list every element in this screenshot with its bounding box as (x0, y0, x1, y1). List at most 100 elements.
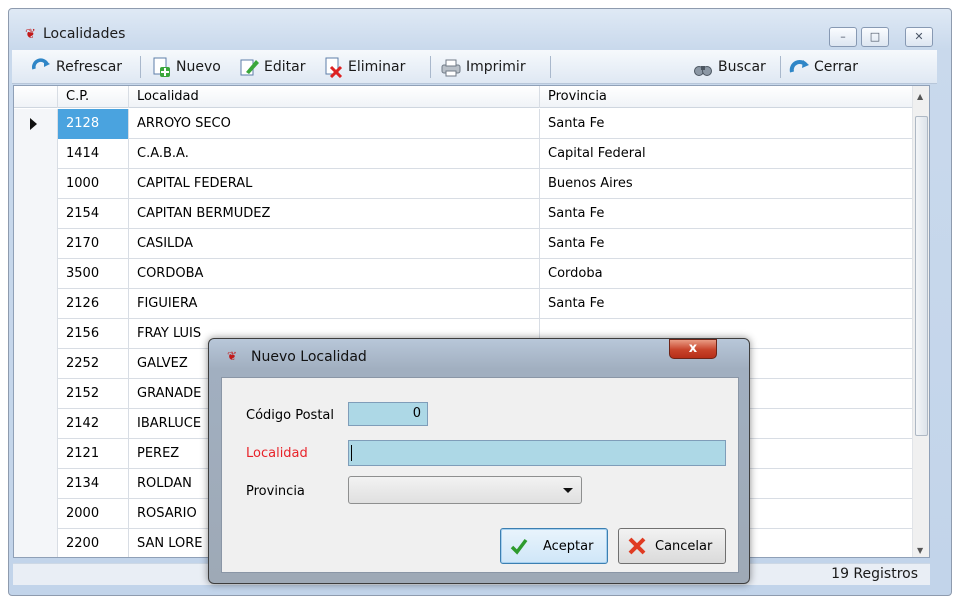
table-row[interactable]: 2126 FIGUIERA Santa Fe (14, 289, 929, 319)
refrescar-button[interactable]: Refrescar (30, 54, 122, 80)
cell-cp[interactable]: 2142 (58, 409, 129, 439)
aceptar-label: Aceptar (543, 538, 594, 554)
provincia-label: Provincia (246, 484, 305, 499)
table-row[interactable]: 3500 CORDOBA Cordoba (14, 259, 929, 289)
editar-button[interactable]: Editar (238, 54, 305, 80)
cell-localidad[interactable]: CAPITAL FEDERAL (129, 169, 540, 199)
row-selector[interactable] (14, 499, 58, 529)
row-selector[interactable] (14, 199, 58, 229)
cell-cp[interactable]: 2156 (58, 319, 129, 349)
cell-localidad[interactable]: CAPITAN BERMUDEZ (129, 199, 540, 229)
app-icon: ❦ (25, 27, 36, 42)
cell-provincia[interactable]: Santa Fe (540, 229, 914, 259)
nuevo-label: Nuevo (176, 59, 221, 75)
redo-arrow-icon (789, 60, 809, 73)
row-selector[interactable] (14, 529, 58, 557)
table-row[interactable]: 1414 C.A.B.A. Capital Federal (14, 139, 929, 169)
dialog-close-button[interactable]: x (669, 339, 717, 359)
cell-provincia[interactable]: Santa Fe (540, 109, 914, 139)
cell-provincia[interactable]: Buenos Aires (540, 169, 914, 199)
row-selector[interactable] (14, 319, 58, 349)
cell-localidad[interactable]: ARROYO SECO (129, 109, 540, 139)
dialog-title: Nuevo Localidad (251, 349, 367, 365)
row-selector[interactable] (14, 139, 58, 169)
cancelar-button[interactable]: Cancelar (618, 528, 726, 564)
row-selector[interactable] (14, 379, 58, 409)
imprimir-label: Imprimir (466, 59, 526, 75)
localidad-input[interactable] (348, 440, 726, 466)
table-row[interactable]: 2128 ARROYO SECO Santa Fe (14, 109, 929, 139)
cell-cp[interactable]: 2134 (58, 469, 129, 499)
row-selector[interactable] (14, 409, 58, 439)
scrollbar-thumb[interactable] (915, 116, 928, 436)
title-bar: ❦ Localidades – □ ✕ (9, 9, 951, 47)
cell-cp[interactable]: 1000 (58, 169, 129, 199)
record-count: 19 Registros (831, 566, 918, 582)
column-header-cp[interactable]: C.P. (58, 86, 129, 108)
close-button[interactable]: ✕ (905, 27, 933, 47)
row-selector[interactable] (14, 469, 58, 499)
toolbar-separator (780, 56, 781, 78)
cell-cp[interactable]: 2121 (58, 439, 129, 469)
column-header-localidad[interactable]: Localidad (129, 86, 540, 108)
table-row[interactable]: 1000 CAPITAL FEDERAL Buenos Aires (14, 169, 929, 199)
scroll-up-icon[interactable]: ▲ (917, 92, 923, 101)
eliminar-button[interactable]: Eliminar (322, 54, 405, 80)
toolbar-separator (140, 56, 141, 78)
cell-provincia[interactable]: Santa Fe (540, 289, 914, 319)
edit-icon (240, 59, 259, 76)
row-selector[interactable] (14, 259, 58, 289)
vertical-scrollbar[interactable]: ▲ ▼ (912, 86, 929, 557)
cell-cp[interactable]: 2252 (58, 349, 129, 379)
row-selector[interactable] (14, 169, 58, 199)
text-caret (351, 445, 352, 461)
eliminar-label: Eliminar (348, 59, 406, 75)
cell-cp[interactable]: 2154 (58, 199, 129, 229)
cell-provincia[interactable]: Cordoba (540, 259, 914, 289)
cell-localidad[interactable]: C.A.B.A. (129, 139, 540, 169)
delete-icon (325, 57, 343, 78)
buscar-button[interactable]: Buscar (692, 54, 766, 80)
maximize-button[interactable]: □ (861, 27, 889, 47)
column-header-provincia[interactable]: Provincia (540, 86, 914, 108)
localidad-label: Localidad (246, 446, 308, 461)
row-selector[interactable] (14, 349, 58, 379)
cell-cp[interactable]: 2000 (58, 499, 129, 529)
cell-cp[interactable]: 2200 (58, 529, 129, 557)
cell-localidad[interactable]: FIGUIERA (129, 289, 540, 319)
row-selector[interactable] (14, 109, 58, 139)
cell-provincia[interactable]: Santa Fe (540, 199, 914, 229)
cell-cp[interactable]: 3500 (58, 259, 129, 289)
row-selector[interactable] (14, 439, 58, 469)
table-row[interactable]: 2170 CASILDA Santa Fe (14, 229, 929, 259)
cancelar-label: Cancelar (655, 538, 713, 554)
cell-localidad[interactable]: CORDOBA (129, 259, 540, 289)
cell-cp[interactable]: 1414 (58, 139, 129, 169)
cell-cp[interactable]: 2152 (58, 379, 129, 409)
codigo-postal-input[interactable]: 0 (348, 402, 428, 426)
toolbar-separator (430, 56, 431, 78)
checkmark-icon (510, 538, 528, 555)
codigo-postal-label: Código Postal (246, 408, 335, 423)
table-row[interactable]: 2154 CAPITAN BERMUDEZ Santa Fe (14, 199, 929, 229)
provincia-select[interactable] (348, 476, 582, 504)
grid-header: C.P. Localidad Provincia (14, 86, 929, 108)
binoculars-icon (694, 66, 712, 76)
buscar-label: Buscar (718, 59, 766, 75)
cell-localidad[interactable]: CASILDA (129, 229, 540, 259)
minimize-button[interactable]: – (829, 27, 857, 47)
new-document-icon (153, 57, 170, 77)
imprimir-button[interactable]: Imprimir (440, 54, 526, 80)
row-selector[interactable] (14, 229, 58, 259)
nuevo-button[interactable]: Nuevo (150, 54, 221, 80)
cell-cp[interactable]: 2170 (58, 229, 129, 259)
cell-cp[interactable]: 2128 (58, 109, 129, 139)
aceptar-button[interactable]: Aceptar (500, 528, 608, 564)
cell-provincia[interactable]: Capital Federal (540, 139, 914, 169)
scroll-down-icon[interactable]: ▼ (917, 546, 923, 555)
cell-cp[interactable]: 2126 (58, 289, 129, 319)
cerrar-label: Cerrar (814, 59, 858, 75)
window-title: Localidades (43, 26, 126, 42)
cerrar-button[interactable]: Cerrar (788, 54, 858, 80)
row-selector[interactable] (14, 289, 58, 319)
